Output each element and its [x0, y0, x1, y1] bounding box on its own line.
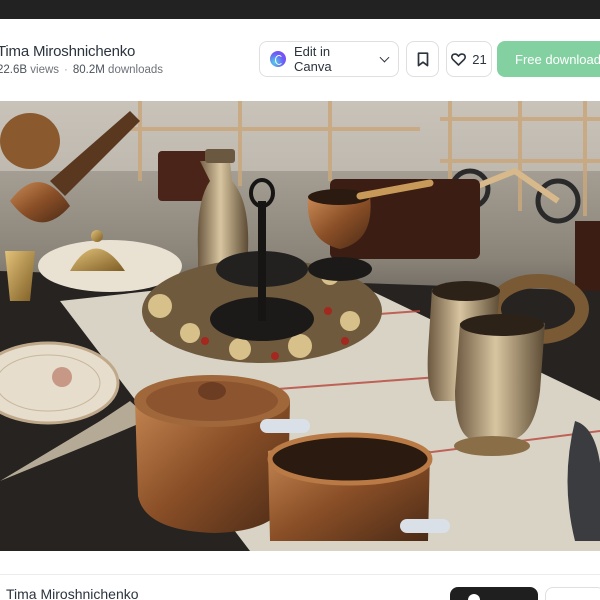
footer-button-icon: [468, 594, 480, 600]
bookmark-button[interactable]: [406, 41, 439, 77]
views-count: 22.6B: [0, 64, 28, 76]
chevron-down-icon[interactable]: [379, 52, 390, 62]
footer-secondary-button[interactable]: [545, 587, 600, 600]
author-stats: 22.6B views · 80.2M downloads: [0, 64, 163, 76]
stats-separator: ·: [64, 64, 68, 76]
downloads-label: downloads: [108, 64, 164, 76]
footer-divider: [0, 574, 600, 575]
footer-author-name[interactable]: Tima Miroshnichenko: [6, 586, 139, 600]
author-name[interactable]: Tima Miroshnichenko: [0, 43, 135, 60]
photo-image: [0, 101, 600, 551]
like-count: 21: [472, 51, 487, 67]
edit-in-canva-button[interactable]: Edit in Canva: [259, 41, 399, 77]
photo-footer: Tima Miroshnichenko: [0, 551, 600, 600]
free-download-button[interactable]: Free download: [497, 41, 600, 77]
photo-header: Tima Miroshnichenko 22.6B views · 80.2M do…: [0, 19, 600, 101]
main-photo[interactable]: [0, 101, 600, 551]
views-label: views: [30, 64, 60, 76]
footer-follow-button[interactable]: [450, 587, 538, 600]
heart-icon: [451, 52, 467, 66]
bookmark-icon: [417, 51, 428, 66]
top-bar: [0, 0, 600, 19]
like-button[interactable]: 21: [446, 41, 492, 77]
downloads-count: 80.2M: [72, 64, 105, 76]
edit-in-canva-label: Edit in Canva: [294, 44, 332, 74]
canva-logo-icon: [270, 51, 286, 67]
